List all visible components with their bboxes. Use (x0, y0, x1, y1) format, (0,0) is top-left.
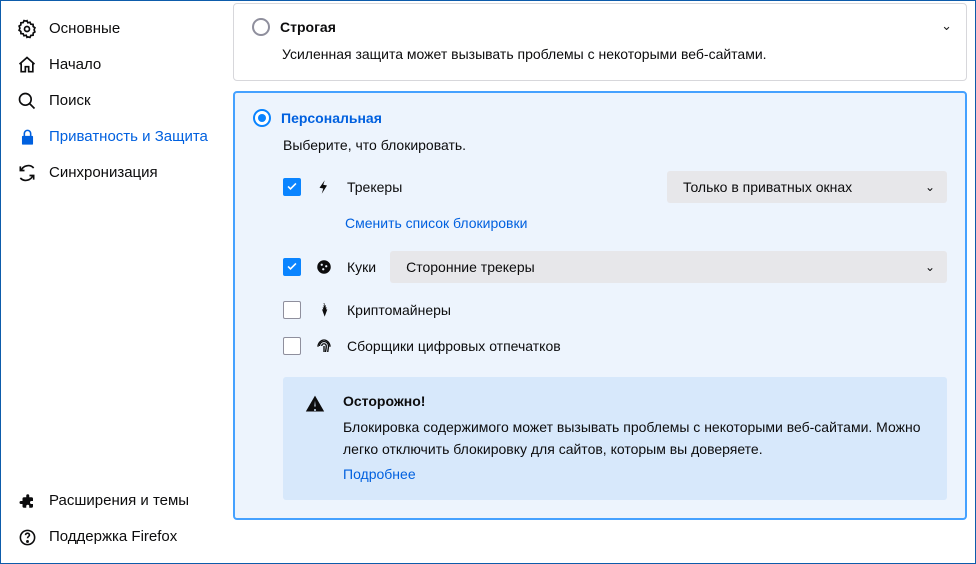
lock-icon (17, 127, 37, 147)
trackers-row: Трекеры Только в приватных окнах ⌄ (283, 171, 947, 203)
sidebar-item-sync[interactable]: Синхронизация (1, 155, 233, 191)
cookies-select-value: Сторонние трекеры (406, 259, 535, 275)
cookie-icon (315, 258, 333, 276)
sidebar-item-privacy[interactable]: Приватность и Защита (1, 119, 233, 155)
warning-title: Осторожно! (343, 393, 925, 409)
personal-title: Персональная (281, 110, 382, 126)
cookies-label: Куки (347, 259, 376, 275)
cookies-select[interactable]: Сторонние трекеры ⌄ (390, 251, 947, 283)
sidebar-item-label: Расширения и темы (49, 492, 189, 510)
chevron-down-icon[interactable]: ⌄ (941, 18, 952, 34)
chevron-down-icon: ⌄ (925, 260, 935, 274)
sidebar-item-label: Начало (49, 56, 101, 74)
fingerprint-label: Сборщики цифровых отпечатков (347, 338, 561, 354)
trackers-label: Трекеры (347, 179, 402, 195)
help-icon (17, 527, 37, 547)
home-icon (17, 55, 37, 75)
sidebar-item-label: Приватность и Защита (49, 128, 208, 146)
sidebar: Основные Начало Поиск Приватность и Защи… (1, 1, 233, 563)
fingerprint-checkbox[interactable] (283, 337, 301, 355)
sync-icon (17, 163, 37, 183)
warning-icon (305, 394, 325, 414)
sidebar-item-label: Поддержка Firefox (49, 528, 177, 546)
warning-box: Осторожно! Блокировка содержимого может … (283, 377, 947, 500)
strict-radio[interactable] (252, 18, 270, 36)
trackers-checkbox[interactable] (283, 178, 301, 196)
cookies-checkbox[interactable] (283, 258, 301, 276)
warning-learn-more-link[interactable]: Подробнее (343, 466, 416, 482)
crypto-icon (315, 301, 333, 319)
fingerprint-icon (315, 337, 333, 355)
strict-description: Усиленная защита может вызывать проблемы… (282, 46, 926, 62)
fingerprint-row: Сборщики цифровых отпечатков (283, 337, 947, 355)
sidebar-item-label: Поиск (49, 92, 91, 110)
sidebar-item-general[interactable]: Основные (1, 11, 233, 47)
crypto-row: Криптомайнеры (283, 301, 947, 319)
puzzle-icon (17, 491, 37, 511)
sidebar-item-extensions[interactable]: Расширения и темы (1, 483, 233, 519)
sidebar-item-label: Синхронизация (49, 164, 158, 182)
chevron-down-icon: ⌄ (925, 180, 935, 194)
trackers-select-value: Только в приватных окнах (683, 179, 852, 195)
sidebar-item-label: Основные (49, 20, 120, 38)
sidebar-item-support[interactable]: Поддержка Firefox (1, 519, 233, 555)
strict-card[interactable]: Строгая ⌄ Усиленная защита может вызыват… (233, 3, 967, 81)
search-icon (17, 91, 37, 111)
main-content: Строгая ⌄ Усиленная защита может вызыват… (233, 1, 975, 563)
crypto-label: Криптомайнеры (347, 302, 451, 318)
personal-card: Персональная Выберите, что блокировать. … (233, 91, 967, 520)
personal-subtitle: Выберите, что блокировать. (283, 137, 947, 153)
trackers-select[interactable]: Только в приватных окнах ⌄ (667, 171, 947, 203)
gear-icon (17, 19, 37, 39)
sidebar-item-home[interactable]: Начало (1, 47, 233, 83)
cookies-row: Куки Сторонние трекеры ⌄ (283, 251, 947, 283)
change-blocklist-link[interactable]: Сменить список блокировки (345, 215, 527, 231)
sidebar-item-search[interactable]: Поиск (1, 83, 233, 119)
trackers-icon (315, 178, 333, 196)
strict-title: Строгая (280, 19, 336, 35)
personal-radio[interactable] (253, 109, 271, 127)
warning-text: Блокировка содержимого может вызывать пр… (343, 417, 925, 460)
crypto-checkbox[interactable] (283, 301, 301, 319)
